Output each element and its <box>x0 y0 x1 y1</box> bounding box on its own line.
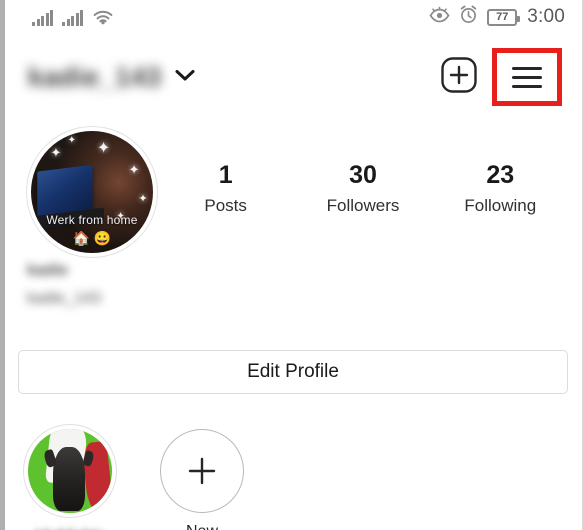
sparkle-icon: ✦ <box>50 144 62 160</box>
stat-label: Followers <box>326 196 400 216</box>
battery-level: 77 <box>496 10 509 23</box>
wifi-icon <box>92 9 114 26</box>
stat-followers[interactable]: 30 Followers <box>303 160 423 216</box>
chevron-down-icon[interactable] <box>174 68 196 87</box>
header-actions <box>440 48 563 106</box>
story-highlight-item[interactable]: Highlights <box>20 425 120 530</box>
bio-handle: kadie_143 <box>27 290 101 307</box>
avatar-image: ✦ ✦ ✦ ✦ ✦ ✦ Werk from home 🏠 😀 <box>31 131 153 253</box>
stat-value: 30 <box>349 161 377 189</box>
highlight-image <box>28 429 112 513</box>
phone-screen: 77 3:00 kadie_143 ✦ ✦ ✦ ✦ ✦ ✦ Werk from … <box>0 0 583 530</box>
plus-icon[interactable] <box>160 429 244 513</box>
highlight-label: New <box>152 523 252 530</box>
sparkle-icon: ✦ <box>67 134 76 146</box>
cellular-signal-icon <box>32 9 53 26</box>
status-time: 3:00 <box>527 6 565 27</box>
story-highlight-thumbnail <box>24 425 116 517</box>
profile-stats: 1 Posts 30 Followers 23 Following <box>157 160 582 216</box>
stat-label: Following <box>464 196 537 216</box>
stat-value: 1 <box>218 161 233 189</box>
sparkle-icon: ✦ <box>96 139 111 157</box>
dog-icon <box>53 447 86 512</box>
hamburger-menu-icon <box>512 61 542 94</box>
avatar[interactable]: ✦ ✦ ✦ ✦ ✦ ✦ Werk from home 🏠 😀 <box>27 127 157 257</box>
sparkle-icon: ✦ <box>138 193 148 206</box>
edit-profile-button[interactable]: Edit Profile <box>18 350 568 394</box>
avatar-caption: Werk from home <box>46 213 138 227</box>
alarm-clock-icon <box>459 5 478 29</box>
profile-bio: kadie kadie_143 <box>27 262 287 308</box>
stat-posts[interactable]: 1 Posts <box>166 160 286 216</box>
sparkle-icon: ✦ <box>128 161 140 177</box>
stat-label: Posts <box>204 196 247 216</box>
stat-following[interactable]: 23 Following <box>440 160 560 216</box>
username-switcher[interactable]: kadie_143 <box>28 62 196 93</box>
cellular-signal-icon <box>62 9 83 26</box>
battery-icon: 77 <box>487 8 521 26</box>
bio-display-name: kadie <box>27 262 68 279</box>
status-bar: 77 3:00 <box>0 0 582 34</box>
status-bar-right: 77 3:00 <box>429 5 565 29</box>
stat-value: 23 <box>486 161 515 189</box>
story-highlights: Highlights New <box>20 425 252 530</box>
username-label: kadie_143 <box>28 61 162 92</box>
new-highlight-item[interactable]: New <box>152 425 252 530</box>
profile-header: kadie_143 <box>0 42 582 112</box>
hamburger-menu-button[interactable] <box>492 48 562 106</box>
profile-summary: ✦ ✦ ✦ ✦ ✦ ✦ Werk from home 🏠 😀 1 Posts 3… <box>0 122 582 262</box>
plus-square-icon[interactable] <box>440 56 478 99</box>
eye-care-icon <box>429 6 450 28</box>
avatar-emojis: 🏠 😀 <box>72 230 112 246</box>
status-bar-left <box>32 9 114 26</box>
